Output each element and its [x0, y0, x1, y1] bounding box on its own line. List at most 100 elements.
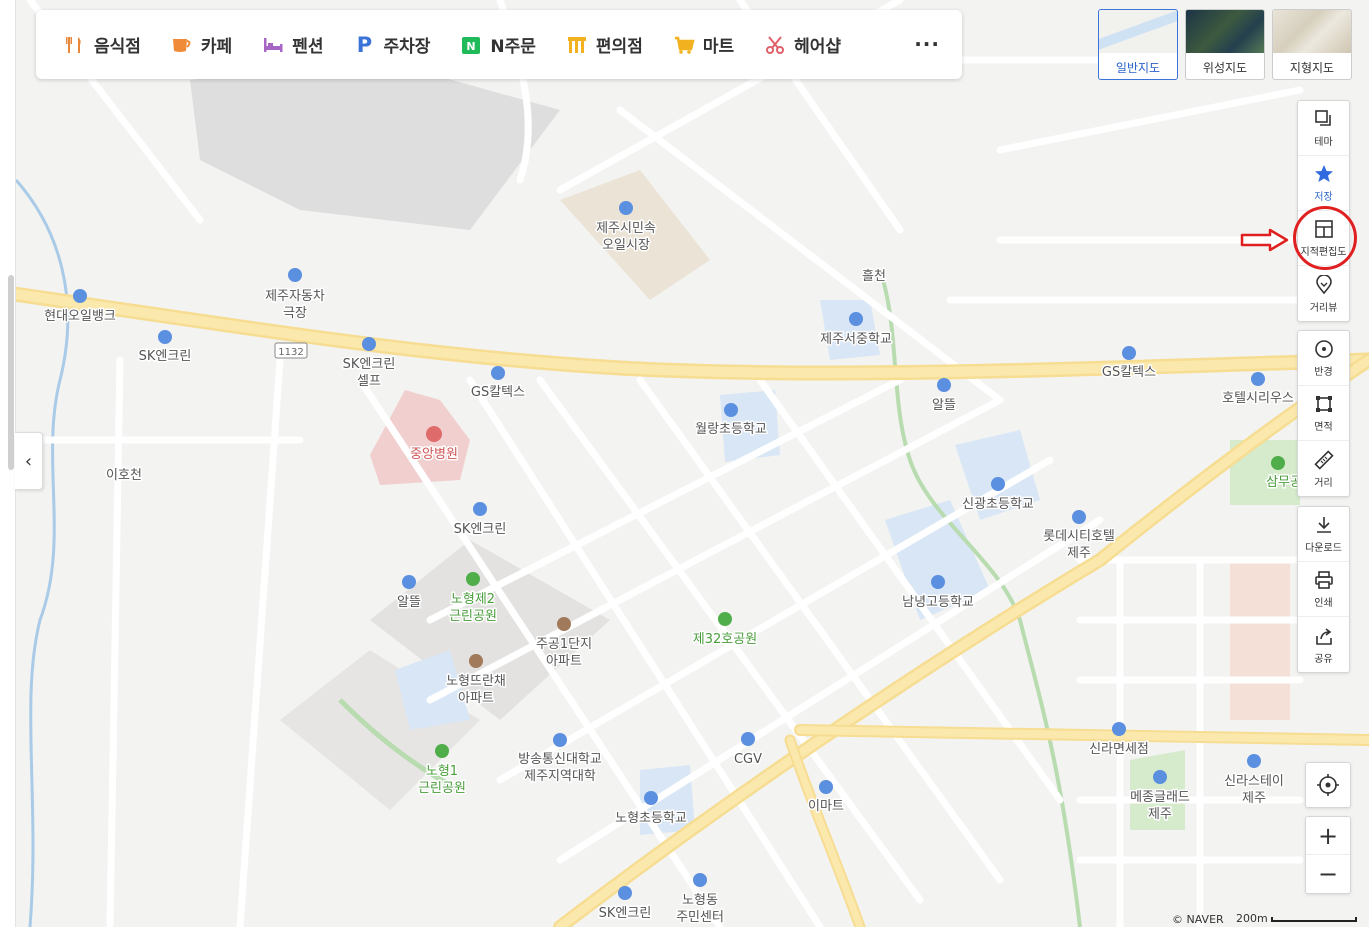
tool-group-export: 다운로드 인쇄 공유 — [1297, 506, 1350, 673]
theme-button[interactable]: 테마 — [1298, 101, 1349, 156]
map-label[interactable]: 제주서중학교 — [819, 331, 894, 349]
scale-label: 200m — [1236, 912, 1268, 925]
tool-label: 면적 — [1314, 422, 1333, 433]
map-label[interactable]: 신광초등학교 — [961, 496, 1036, 514]
category-hair-salon[interactable]: 헤어샵 — [764, 10, 841, 79]
map-label[interactable]: 제주 — [1066, 545, 1093, 563]
map-label[interactable]: 오일시장 — [601, 237, 652, 255]
radius-icon — [1313, 338, 1335, 360]
more-categories-button[interactable]: ··· — [914, 32, 940, 56]
map-label[interactable]: 신라스테이 — [1223, 773, 1286, 791]
map-type-label: 일반지도 — [1115, 61, 1161, 75]
map-label[interactable]: SK엔크린 — [341, 356, 397, 374]
map-label[interactable]: 제주 — [1241, 790, 1268, 808]
map-label[interactable]: 근린공원 — [417, 780, 468, 798]
map-label[interactable]: SK엔크린 — [452, 521, 508, 539]
cart-icon — [673, 34, 695, 56]
map-label[interactable]: 노형동 — [681, 892, 720, 910]
star-icon — [1313, 163, 1335, 185]
map-label[interactable]: 알뜰 — [396, 594, 423, 612]
tool-label: 거리 — [1314, 477, 1333, 489]
save-button[interactable]: 저장 — [1298, 156, 1349, 211]
my-location-button[interactable] — [1305, 762, 1351, 808]
tool-label: 저장 — [1314, 192, 1333, 203]
zoom-out-button[interactable]: − — [1306, 855, 1350, 893]
category-label: 카페 — [200, 37, 233, 57]
map-label[interactable]: 극장 — [282, 305, 309, 323]
category-n-order[interactable]: N N주문 — [460, 10, 536, 79]
map-label[interactable]: 현대오일뱅크 — [43, 308, 118, 326]
map-label[interactable]: 아파트 — [457, 690, 496, 708]
category-pension[interactable]: 펜션 — [262, 10, 323, 79]
map-type-normal[interactable]: 일반지도 — [1098, 9, 1178, 80]
map-label[interactable]: 노형1 — [424, 763, 459, 781]
side-panel-scrollbar[interactable] — [8, 275, 14, 470]
street-view-button[interactable]: 거리뷰 — [1298, 266, 1349, 321]
map-label[interactable]: 노형초등학교 — [614, 810, 689, 828]
download-button[interactable]: 다운로드 — [1298, 507, 1349, 562]
category-label: 편의점 — [595, 37, 643, 57]
map-label[interactable]: 알뜰 — [931, 397, 958, 415]
ruler-icon — [1313, 449, 1335, 471]
map-label[interactable]: 방송통신대학교 — [517, 751, 604, 769]
radius-button[interactable]: 반경 — [1298, 331, 1349, 386]
category-mart[interactable]: 마트 — [673, 10, 734, 79]
map-label[interactable]: 남녕고등학교 — [901, 594, 976, 612]
svg-text:N: N — [467, 40, 476, 53]
tool-label: 반경 — [1314, 367, 1333, 378]
map-label[interactable]: 신라면세점 — [1088, 741, 1151, 759]
map-label[interactable]: 근린공원 — [448, 608, 499, 626]
bed-icon — [262, 34, 284, 56]
share-icon — [1313, 625, 1335, 647]
layers-icon — [1313, 108, 1335, 130]
print-button[interactable]: 인쇄 — [1298, 562, 1349, 617]
area-button[interactable]: 면적 — [1298, 386, 1349, 441]
distance-button[interactable]: 거리 — [1298, 441, 1349, 496]
category-label: 펜션 — [292, 37, 324, 57]
map-label[interactable]: GS칼텍스 — [469, 384, 526, 402]
map-label[interactable]: 월랑초등학교 — [694, 421, 769, 439]
map-label[interactable]: 셀프 — [356, 373, 383, 391]
printer-icon — [1313, 569, 1335, 591]
map-label[interactable]: 노형제2 — [449, 591, 496, 609]
map-label[interactable]: 제주자동차 — [264, 288, 327, 306]
area-icon — [1313, 393, 1335, 415]
map-label[interactable]: 메종글래드 — [1129, 789, 1192, 807]
tool-label: 거리뷰 — [1309, 302, 1338, 314]
map-label[interactable]: 호텔시리우스 — [1221, 390, 1296, 408]
panel-toggle-button[interactable]: ‹ — [15, 432, 43, 490]
map-label[interactable]: 아파트 — [545, 653, 584, 671]
map-label: 흘천 — [862, 269, 886, 284]
map-label[interactable]: 이마트 — [807, 798, 846, 816]
map-label[interactable]: 제주시민속 — [595, 220, 658, 238]
map-label[interactable]: 제주지역대학 — [523, 768, 598, 786]
map-canvas[interactable]: 현대오일뱅크 SK엔크린 1132 제주자동차 극장 SK엔크린 셀프 GS칼텍… — [0, 0, 1369, 927]
map-type-terrain[interactable]: 지형지도 — [1272, 9, 1352, 80]
category-label: 헤어샵 — [794, 37, 842, 57]
map-type-satellite[interactable]: 위성지도 — [1185, 9, 1265, 80]
category-restaurant[interactable]: 음식점 — [64, 10, 141, 79]
pin-icon — [1313, 274, 1335, 296]
map-label[interactable]: GS칼텍스 — [1100, 364, 1157, 382]
crosshair-icon — [1317, 774, 1339, 796]
map-label[interactable]: SK엔크린 — [137, 348, 193, 366]
map-label[interactable]: 롯데시티호텔 — [1042, 528, 1117, 546]
share-button[interactable]: 공유 — [1298, 617, 1349, 672]
map-label[interactable]: CGV — [732, 751, 763, 769]
category-parking[interactable]: P 주차장 — [353, 10, 431, 79]
category-label: N주문 — [490, 37, 536, 57]
category-cafe[interactable]: 카페 — [171, 10, 232, 79]
map-label[interactable]: 주민센터 — [675, 909, 726, 927]
category-convenience-store[interactable]: 편의점 — [566, 10, 643, 79]
route-label: 1132 — [278, 347, 303, 358]
map-label[interactable]: 주공1단지 — [534, 636, 593, 654]
tool-label: 테마 — [1314, 137, 1333, 148]
zoom-in-button[interactable]: + — [1306, 817, 1350, 855]
n-order-icon: N — [460, 34, 482, 56]
map-label[interactable]: 중앙병원 — [409, 446, 460, 464]
map-label[interactable]: 제32호공원 — [691, 631, 758, 649]
map-label[interactable]: 노형뜨란채 — [445, 673, 508, 691]
map-type-label: 위성지도 — [1202, 61, 1248, 75]
map-label[interactable]: SK엔크린 — [597, 905, 653, 923]
map-label[interactable]: 제주 — [1147, 806, 1174, 824]
